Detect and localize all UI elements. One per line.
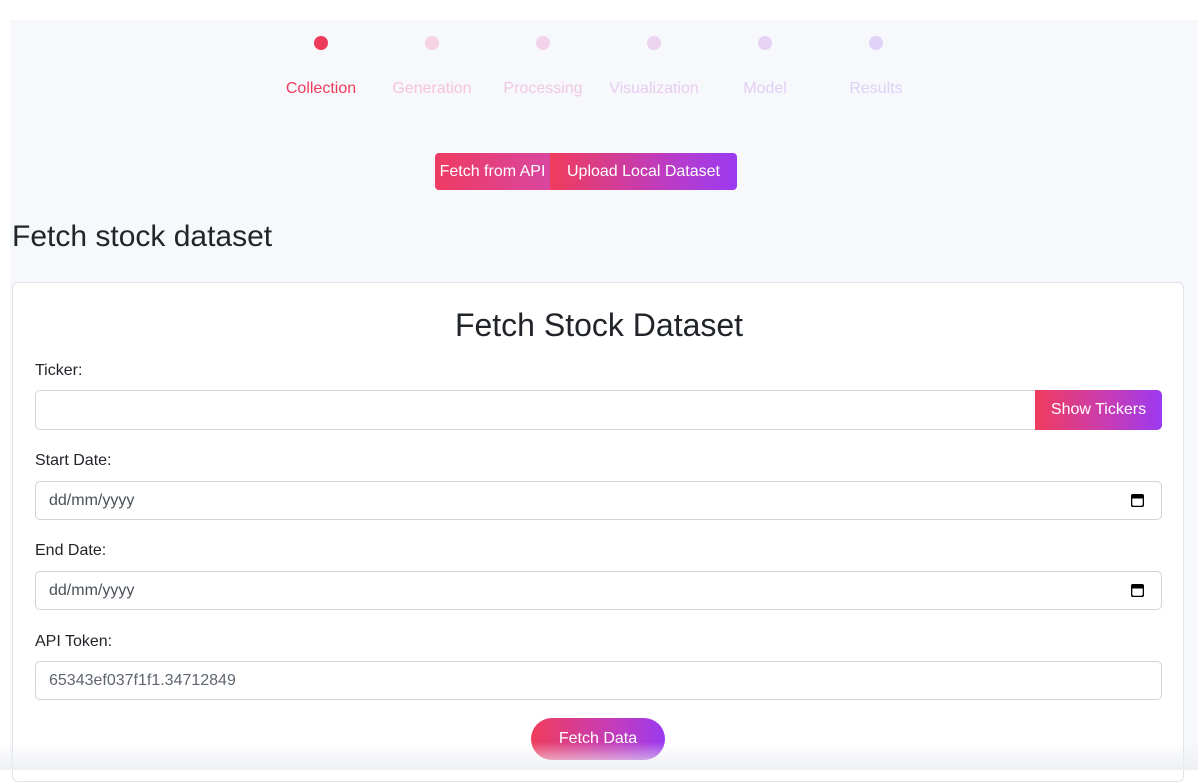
start-date-placeholder: dd/mm/yyyy bbox=[49, 492, 135, 509]
api-token-input[interactable]: 65343ef037f1f1.34712849 bbox=[35, 661, 1162, 700]
api-token-label: API Token: bbox=[35, 633, 113, 650]
step-label: Generation bbox=[392, 80, 472, 97]
api-token-value: 65343ef037f1f1.34712849 bbox=[49, 672, 236, 689]
ticker-label: Ticker: bbox=[35, 362, 83, 379]
step-label: Visualization bbox=[609, 80, 699, 97]
step-collection[interactable]: Collection bbox=[261, 36, 381, 99]
progress-stepper: Collection Generation Processing Visuali… bbox=[0, 36, 1198, 116]
calendar-icon[interactable] bbox=[1131, 494, 1144, 507]
show-tickers-button[interactable]: Show Tickers bbox=[1035, 390, 1162, 430]
step-dot-icon bbox=[536, 36, 550, 50]
start-date-label: Start Date: bbox=[35, 452, 112, 469]
upload-local-dataset-button[interactable]: Upload Local Dataset bbox=[550, 153, 737, 190]
end-date-placeholder: dd/mm/yyyy bbox=[49, 582, 135, 599]
fetch-form-card bbox=[12, 282, 1184, 782]
step-visualization[interactable]: Visualization bbox=[594, 36, 714, 99]
end-date-label: End Date: bbox=[35, 542, 107, 559]
step-dot-icon bbox=[647, 36, 661, 50]
ticker-input[interactable] bbox=[35, 390, 1035, 430]
step-processing[interactable]: Processing bbox=[483, 36, 603, 99]
step-generation[interactable]: Generation bbox=[372, 36, 492, 99]
step-label: Processing bbox=[503, 80, 583, 97]
step-dot-icon bbox=[758, 36, 772, 50]
fetch-data-button[interactable]: Fetch Data bbox=[531, 718, 665, 760]
calendar-icon[interactable] bbox=[1131, 584, 1144, 597]
step-dot-icon bbox=[425, 36, 439, 50]
step-label: Collection bbox=[285, 80, 357, 97]
form-title: Fetch Stock Dataset bbox=[454, 307, 744, 343]
step-model[interactable]: Model bbox=[705, 36, 825, 99]
start-date-input[interactable]: dd/mm/yyyy bbox=[35, 481, 1162, 520]
step-results[interactable]: Results bbox=[816, 36, 936, 99]
step-label: Model bbox=[743, 80, 787, 97]
source-toggle: Fetch from API Upload Local Dataset bbox=[435, 153, 737, 190]
end-date-input[interactable]: dd/mm/yyyy bbox=[35, 571, 1162, 610]
step-label: Results bbox=[849, 80, 903, 97]
step-dot-icon bbox=[314, 36, 328, 50]
fetch-from-api-button[interactable]: Fetch from API bbox=[435, 153, 550, 190]
step-dot-icon bbox=[869, 36, 883, 50]
page-title: Fetch stock dataset bbox=[12, 220, 273, 253]
ticker-input-group: Show Tickers bbox=[35, 390, 1162, 430]
